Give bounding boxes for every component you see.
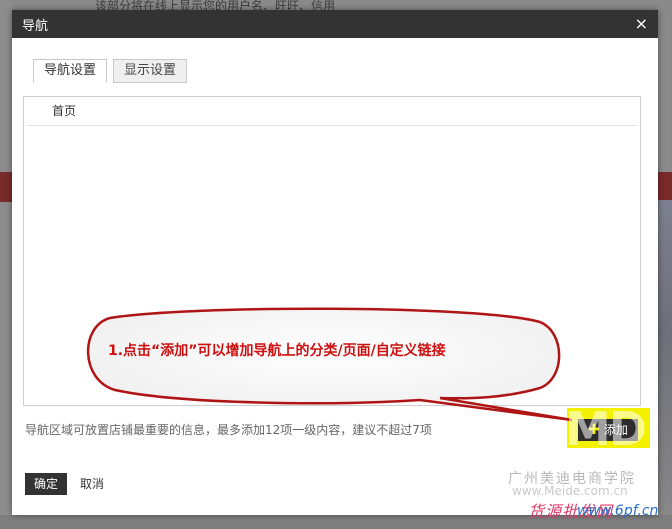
dialog-title: 导航 xyxy=(22,18,49,34)
background-right-photo xyxy=(658,200,672,529)
background-bottom-strip xyxy=(0,515,672,529)
tab-display-settings[interactable]: 显示设置 xyxy=(113,59,188,83)
add-button[interactable]: ✚ 添加 xyxy=(578,419,638,441)
background-red-band-right xyxy=(658,172,672,202)
background-left-strip xyxy=(0,0,12,529)
nav-item-home[interactable]: 首页 xyxy=(26,97,638,126)
background-red-band-left xyxy=(0,172,12,202)
add-button-label: 添加 xyxy=(603,423,628,437)
close-icon[interactable]: × xyxy=(635,16,648,32)
navigation-dialog: 导航 × 导航设置 显示设置 首页 导航区域可放置店铺最重要的信息，最多添加12… xyxy=(12,10,658,515)
confirm-button[interactable]: 确定 xyxy=(25,473,67,495)
plus-icon: ✚ xyxy=(588,422,600,438)
dialog-header: 导航 × xyxy=(12,10,658,38)
callout-text: 1.点击“添加”可以增加导航上的分类/页面/自定义链接 xyxy=(108,343,446,359)
tab-nav-settings[interactable]: 导航设置 xyxy=(33,59,108,83)
nav-hint-text: 导航区域可放置店铺最重要的信息，最多添加12项一级内容，建议不超过7项 xyxy=(25,423,432,437)
cancel-button[interactable]: 取消 xyxy=(80,473,104,495)
tab-bar: 导航设置 显示设置 xyxy=(33,59,193,83)
